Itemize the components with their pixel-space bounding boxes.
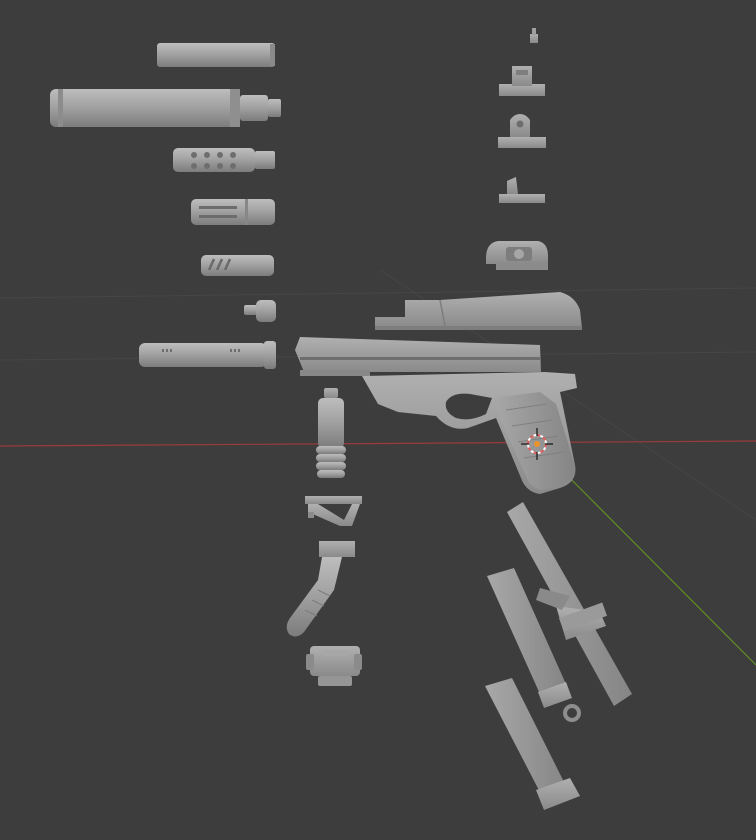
slide[interactable] [375,292,582,330]
x-axis-line [0,440,756,447]
tactical-light[interactable] [306,646,362,686]
barrel-extension[interactable] [139,341,276,369]
compensator[interactable] [201,255,274,276]
muzzle-brake-slotted[interactable] [191,199,275,225]
rear-sight-block[interactable] [499,66,545,96]
muzzle-brake-ported[interactable] [173,148,275,172]
viewport-canvas[interactable] [0,0,756,840]
thread-protector[interactable] [244,300,276,322]
rear-sight-aperture[interactable] [498,114,546,148]
3d-viewport[interactable] [0,0,756,840]
front-sight[interactable] [499,177,545,203]
angled-foregrip[interactable] [305,496,362,526]
vertical-grip[interactable] [316,388,346,478]
rear-sight-small[interactable] [530,28,538,43]
handstop-grip[interactable] [286,541,355,637]
suppressor-short[interactable] [157,43,275,67]
reflex-sight[interactable] [486,241,548,270]
suppressor-long[interactable] [50,89,281,127]
